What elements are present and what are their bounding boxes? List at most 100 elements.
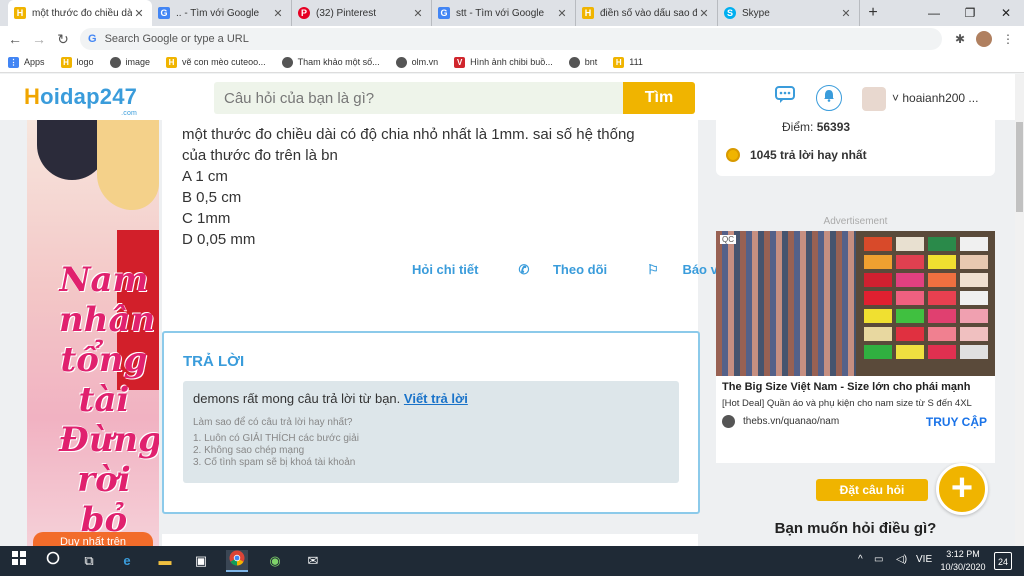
bookmark-label: Hình ảnh chibi buồ... <box>470 57 553 67</box>
notification-center[interactable]: 24 <box>994 552 1012 570</box>
bookmark-label: bnt <box>584 57 598 67</box>
bookmark-label: olm.vn <box>411 57 439 67</box>
tab-hoidap-question[interactable]: H một thước đo chiều dài ✕ <box>8 0 152 26</box>
left-manga-ad[interactable]: Nam nhân tổng tài Đừng rời bỏ tôi Duy nh… <box>27 120 159 546</box>
follow-label: Theo dõi <box>552 262 608 277</box>
restore-button[interactable]: ❐ <box>952 0 988 26</box>
web-page: Hoidap247 .com Câu hỏi của bạn là gì? Tì… <box>0 74 1015 546</box>
apps-icon: ⋮ <box>8 56 19 68</box>
ask-question-button[interactable]: Đặt câu hỏi <box>816 479 928 501</box>
menu-icon[interactable]: ⋮ <box>1000 31 1016 47</box>
extensions-icon[interactable]: ✱ <box>952 31 968 47</box>
bookmark-logo[interactable]: Hlogo <box>60 56 94 68</box>
ad-label: Advertisement <box>823 216 888 227</box>
chat-icon[interactable] <box>774 86 796 108</box>
question-option: B 0,5 cm <box>182 189 242 206</box>
shelf-row <box>862 255 990 269</box>
ad-image[interactable]: QC <box>716 231 995 376</box>
close-icon[interactable]: ✕ <box>411 7 425 20</box>
new-tab-button[interactable]: + <box>864 4 882 22</box>
scrollbar-thumb[interactable] <box>1016 122 1023 212</box>
close-icon[interactable]: ✕ <box>271 7 285 20</box>
bookmark-chibi[interactable]: V Hình ảnh chibi buồ... <box>454 56 553 68</box>
bookmark-apps[interactable]: ⋮ Apps <box>8 56 45 68</box>
ad-headline[interactable]: The Big Size Việt Nam - Size lớn cho phá… <box>722 381 970 393</box>
follow-link[interactable]: ✆ Theo dõi <box>498 262 607 278</box>
reload-button[interactable]: ↻ <box>54 30 72 48</box>
page-scrollbar[interactable] <box>1015 74 1024 546</box>
question-line: của thước đo trên là bn <box>182 147 338 164</box>
hoidap-icon: H <box>613 56 625 68</box>
hoidap-icon: H <box>582 7 594 19</box>
bookmark-olm[interactable]: olm.vn <box>395 56 439 68</box>
forward-button[interactable]: → <box>30 30 48 48</box>
task-view-icon[interactable]: ⧉ <box>78 550 100 572</box>
tab-title: điền số vào dấu sao để <box>600 7 697 19</box>
close-icon[interactable]: ✕ <box>839 7 853 20</box>
tray-chevron[interactable]: ^ <box>858 554 863 565</box>
network-icon[interactable]: ▭ <box>874 554 883 565</box>
bookmark-111[interactable]: H 111 <box>613 56 643 68</box>
chrome-icon[interactable] <box>226 550 248 572</box>
bookmark-image[interactable]: image <box>109 56 150 68</box>
volume-icon[interactable]: ◁) <box>896 554 907 565</box>
bookmark-tham-khao[interactable]: Tham khảo một số... <box>281 56 380 68</box>
write-answer-link[interactable]: Viết trả lời <box>404 391 468 406</box>
language-indicator[interactable]: VIE <box>916 554 932 565</box>
file-explorer-icon[interactable]: ▬ <box>154 550 176 572</box>
messaging-app-icon[interactable]: ✉ <box>302 550 324 572</box>
back-button[interactable]: ← <box>6 30 24 48</box>
tab-skype[interactable]: S Skype ✕ <box>718 0 860 26</box>
question-option: A 1 cm <box>182 168 228 185</box>
address-bar[interactable]: G Search Google or type a URL <box>80 28 942 50</box>
minimize-button[interactable]: — <box>916 0 952 26</box>
hoidap-icon: H <box>166 56 178 68</box>
shelf-row <box>862 273 990 287</box>
profile-avatar[interactable] <box>976 31 992 47</box>
logo-h: H <box>24 84 41 109</box>
bookmark-label: Apps <box>24 57 45 67</box>
edge-icon[interactable]: e <box>116 550 138 572</box>
ad-visit-button[interactable]: TRUY CẬP <box>926 415 987 429</box>
windows-start-icon[interactable] <box>8 550 30 572</box>
site-header: Hoidap247 .com Câu hỏi của bạn là gì? Tì… <box>0 74 1015 120</box>
globe-icon <box>722 415 735 428</box>
username-menu[interactable]: ˅ hoaianh200 ... <box>892 91 978 105</box>
tab-google-stt[interactable]: G stt - Tìm với Google ✕ <box>432 0 576 26</box>
plus-icon[interactable]: + <box>936 463 988 515</box>
ask-detail-link[interactable]: Hỏi chi tiết <box>412 262 478 278</box>
shelf-row <box>862 291 990 305</box>
pinterest-icon: P <box>298 7 310 19</box>
close-icon[interactable]: ✕ <box>132 7 146 20</box>
clothing-ad[interactable]: QC The Big Size Việt Nam - Size lớn cho … <box>716 231 995 463</box>
clothing-rack-image <box>716 231 856 376</box>
bookmark-label: Tham khảo một số... <box>297 57 380 67</box>
bookmark-bnt[interactable]: bnt <box>568 56 598 68</box>
points: Điểm: 56393 <box>782 120 850 134</box>
manga-cta[interactable]: Duy nhất trên <box>33 532 153 546</box>
close-icon[interactable]: ✕ <box>697 7 711 20</box>
user-avatar[interactable] <box>862 87 886 111</box>
close-icon[interactable]: ✕ <box>555 7 569 20</box>
best-answers-label: 1045 trả lời hay nhất <box>750 148 867 162</box>
question-text: một thước đo chiều dài có độ chia nhỏ nh… <box>182 124 682 250</box>
google-icon: G <box>158 7 170 19</box>
bell-icon[interactable] <box>816 85 842 111</box>
bookmark-ve-con-meo[interactable]: Hvẽ con mèo cuteoo... <box>166 56 266 68</box>
store-icon[interactable]: ▣ <box>190 550 212 572</box>
shelf-row <box>862 345 990 359</box>
search-placeholder: Câu hỏi của bạn là gì? <box>224 89 375 107</box>
app-icon[interactable]: ◉ <box>264 550 286 572</box>
hoidap247-logo[interactable]: Hoidap247 .com <box>24 84 137 117</box>
question-search-input[interactable]: Câu hỏi của bạn là gì? <box>214 82 624 114</box>
search-button[interactable]: Tìm <box>623 82 695 114</box>
window-close-button[interactable]: ✕ <box>988 0 1024 26</box>
follow-icon: ✆ <box>518 262 530 277</box>
browser-toolbar: ← → ↻ G Search Google or type a URL ✱ ⋮ <box>0 26 1024 52</box>
tab-hoidap-dien-so[interactable]: H điền số vào dấu sao để ✕ <box>576 0 718 26</box>
tab-pinterest[interactable]: P (32) Pinterest ✕ <box>292 0 432 26</box>
ad-description: [Hot Deal] Quần áo và phụ kiện cho nam s… <box>722 398 972 409</box>
tab-google-search[interactable]: G .. - Tìm với Google ✕ <box>152 0 292 26</box>
search-icon[interactable] <box>42 550 64 572</box>
clock[interactable]: 3:12 PM 10/30/2020 <box>938 548 988 574</box>
